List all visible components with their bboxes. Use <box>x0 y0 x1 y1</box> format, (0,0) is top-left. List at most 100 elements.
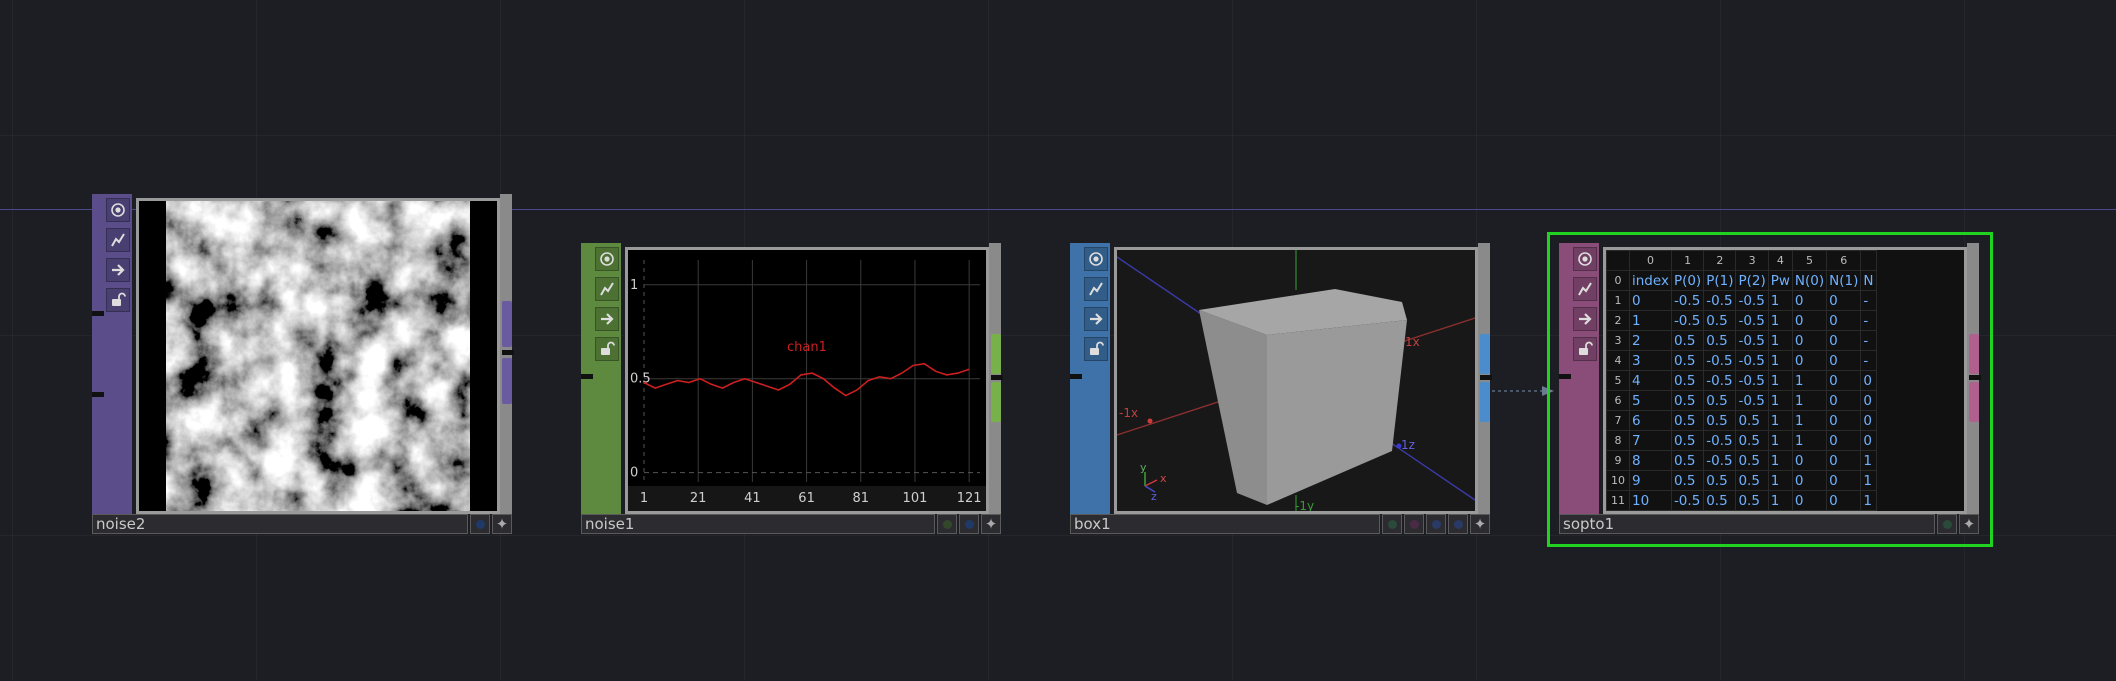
y-tick-label: 1 <box>630 278 638 293</box>
node-box1[interactable]: -1x 1x 1z -1y y x z box1 ✦ <box>1070 243 1494 536</box>
svg-text:y: y <box>1140 461 1147 474</box>
node-name-label[interactable]: sopto1 <box>1559 514 1935 534</box>
node-name-label[interactable]: box1 <box>1070 514 1380 534</box>
table-cell: 9 <box>1629 470 1672 491</box>
viewer-active-button[interactable] <box>959 514 979 534</box>
x-tick-label: 81 <box>853 491 870 506</box>
viewer-active-button[interactable] <box>1937 514 1957 534</box>
table-header-cell: P(0) <box>1670 270 1705 291</box>
input-connector[interactable] <box>92 311 104 316</box>
box-3d-scene: -1x 1x 1z -1y y x z <box>1117 250 1475 511</box>
y-tick-label: 0 <box>630 466 638 481</box>
output-port[interactable] <box>991 334 1001 374</box>
graph-icon[interactable] <box>106 228 130 252</box>
axis-label-neg-y: -1y <box>1295 499 1314 511</box>
output-port[interactable] <box>1480 334 1490 374</box>
plus-icon: ✦ <box>1962 514 1976 533</box>
viewer-active-button[interactable] <box>937 514 957 534</box>
output-port[interactable] <box>1969 334 1979 374</box>
corner-cell <box>1606 250 1630 271</box>
row-index-cell: 10 <box>1606 470 1630 491</box>
table-cell: 1 <box>1791 410 1828 431</box>
table-cell: 0.5 <box>1735 450 1769 471</box>
table-cell: 0 <box>1826 370 1862 391</box>
output-port[interactable] <box>991 382 1001 422</box>
table-cell: 3 <box>1629 350 1672 371</box>
table-cell: 8 <box>1629 450 1672 471</box>
table-cell: 0 <box>1791 490 1828 511</box>
table-cell: -0.5 <box>1735 290 1769 311</box>
node-name-label[interactable]: noise1 <box>581 514 935 534</box>
viewer-toggle-icon[interactable] <box>106 198 130 222</box>
channel-chart: 1 21 41 61 81 101 12110.50 chan1 <box>628 260 986 511</box>
table-cell: 0 <box>1629 290 1672 311</box>
table-cell: 0.5 <box>1703 310 1737 331</box>
table-cell: 1 <box>1860 490 1877 511</box>
table-cell: -0.5 <box>1670 490 1705 511</box>
column-index-cell: 5 <box>1791 250 1828 271</box>
row-index-cell: 1 <box>1606 290 1630 311</box>
input-connector[interactable] <box>92 392 104 397</box>
row-index-cell: 9 <box>1606 450 1630 471</box>
output-connector[interactable] <box>1480 375 1492 380</box>
viewer-active-button[interactable] <box>1426 514 1446 534</box>
lock-icon[interactable] <box>1084 337 1108 361</box>
output-connector[interactable] <box>991 375 1003 380</box>
viewer-active-button[interactable] <box>1448 514 1468 534</box>
viewer-toggle-icon[interactable] <box>1573 247 1597 271</box>
node-noise1[interactable]: 1 21 41 61 81 101 121 1 0.5 0 chan1 noise1 ✦ <box>581 243 1005 536</box>
lock-icon[interactable] <box>1573 337 1597 361</box>
viewer-active-button[interactable] <box>1382 514 1402 534</box>
lock-icon[interactable] <box>595 337 619 361</box>
arrow-right-icon[interactable] <box>1084 307 1108 331</box>
column-index-cell <box>1860 250 1877 271</box>
axis-label-neg-x: -1x <box>1119 406 1138 420</box>
viewer-toggle-icon[interactable] <box>595 247 619 271</box>
arrow-right-icon[interactable] <box>595 307 619 331</box>
table-header-cell: P(2) <box>1735 270 1769 291</box>
output-port[interactable] <box>502 358 512 404</box>
column-index-cell: 3 <box>1735 250 1769 271</box>
viewer-active-button[interactable] <box>470 514 490 534</box>
node-name-label[interactable]: noise2 <box>92 514 468 534</box>
output-port[interactable] <box>1969 382 1979 422</box>
table-cell: 0.5 <box>1670 430 1705 451</box>
sopto1-table-viewer: 0 1 2 3 4 5 6 0 index P(0) P(1) P(2) Pw N(0) N(1) N 1 0 -0… <box>1603 247 1967 514</box>
add-output-button[interactable]: ✦ <box>981 514 1001 534</box>
add-output-button[interactable]: ✦ <box>1959 514 1979 534</box>
arrow-right-icon[interactable] <box>1573 307 1597 331</box>
table-cell: 0 <box>1860 370 1877 391</box>
table-cell: 10 <box>1629 490 1672 511</box>
row-index-cell: 8 <box>1606 430 1630 451</box>
table-cell: 0 <box>1860 410 1877 431</box>
viewer-active-button[interactable] <box>1404 514 1424 534</box>
graph-icon[interactable] <box>595 277 619 301</box>
output-connector[interactable] <box>1969 375 1981 380</box>
viewer-toggle-icon[interactable] <box>1084 247 1108 271</box>
graph-icon[interactable] <box>1084 277 1108 301</box>
table-cell: 1 <box>1860 450 1877 471</box>
table-cell: 0 <box>1826 290 1862 311</box>
table-cell: 1 <box>1767 430 1793 451</box>
add-output-button[interactable]: ✦ <box>492 514 512 534</box>
table-cell: 1 <box>1767 290 1793 311</box>
input-connector[interactable] <box>1070 374 1082 379</box>
arrow-right-icon[interactable] <box>106 258 130 282</box>
graph-icon[interactable] <box>1573 277 1597 301</box>
column-index-cell: 2 <box>1703 250 1737 271</box>
table-cell: -0.5 <box>1735 310 1769 331</box>
table-cell: - <box>1860 310 1877 331</box>
add-output-button[interactable]: ✦ <box>1470 514 1490 534</box>
lock-icon[interactable] <box>106 288 130 312</box>
output-port[interactable] <box>502 301 512 347</box>
node-noise2[interactable]: noise2 ✦ <box>92 194 516 536</box>
output-connector[interactable] <box>502 350 514 355</box>
table-cell: 0.5 <box>1670 350 1705 371</box>
table-header-cell: index <box>1629 270 1672 291</box>
input-connector[interactable] <box>581 374 593 379</box>
plus-icon: ✦ <box>984 514 998 533</box>
table-cell: -0.5 <box>1670 290 1705 311</box>
output-port[interactable] <box>1480 382 1490 422</box>
input-connector[interactable] <box>1559 374 1571 379</box>
node-sopto1[interactable]: 0 1 2 3 4 5 6 0 index P(0) P(1) P(2) Pw N(0) N(1) N 1 0 -0… <box>1559 243 1983 536</box>
